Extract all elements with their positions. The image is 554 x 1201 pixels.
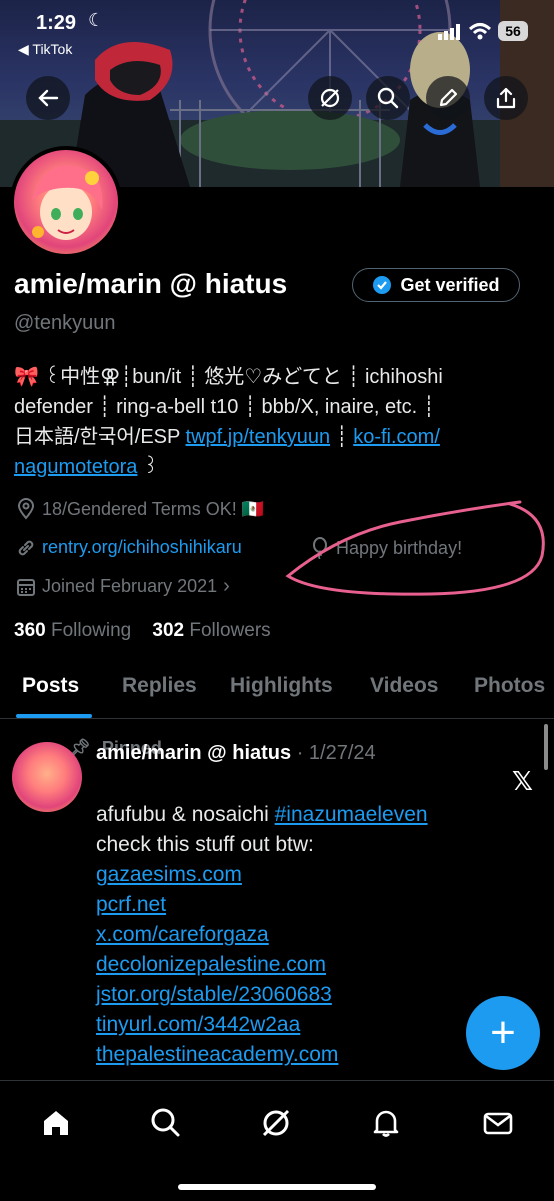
back-button[interactable] [26,76,70,120]
get-verified-label: Get verified [400,274,500,295]
tab-highlights[interactable]: Highlights [230,674,333,698]
bio-link-kofi-cont[interactable]: nagumotetora [14,456,137,478]
tab-replies[interactable]: Replies [122,674,197,698]
pencil-icon [439,88,458,107]
link-icon [18,540,34,555]
calendar-icon [17,578,35,596]
back-app-label: TikTok [32,41,73,57]
location-pin-icon [17,498,35,520]
tab-videos[interactable]: Videos [370,674,438,698]
x-logo-icon: 𝕏 [512,766,533,796]
status-bar: 1:29 ☾ ◀ TikTok 56 [0,0,554,70]
profile-tabs: Posts Replies Highlights Videos Photos [0,660,554,719]
bio-line: 🎀 ꒰中性⚢┊bun/it ┊ 悠光♡みどてと ┊ ichihoshi [14,366,443,388]
bio-line: 日本語/한국어/ESP twpf.jp/tenkyuun ┊ ko-fi.com… [14,422,544,452]
joined-text: Joined February 2021 [42,576,218,596]
signal-icon [438,24,460,40]
joined-row[interactable]: Joined February 2021 › [16,575,230,598]
followers-stat[interactable]: 302 Followers [152,620,270,641]
followers-count: 302 [152,620,185,641]
home-indicator [178,1184,376,1190]
bottom-navigation [0,1080,554,1201]
location-row: 18/Gendered Terms OK! 🇲🇽 [16,498,264,520]
grok-button[interactable] [308,76,352,120]
post-text: afufubu & nosaichi [96,803,275,826]
post-header: amie/marin @ hiatus · 1/27/24 [96,742,376,765]
back-to-app[interactable]: ◀ TikTok [18,41,72,58]
plus-icon: + [490,1008,516,1057]
post-author[interactable]: amie/marin @ hiatus [96,742,291,764]
following-count: 360 [14,620,46,641]
focus-moon-icon: ☾ [88,10,105,30]
user-handle: @tenkyuun [14,312,116,334]
post-link[interactable]: thepalestineacademy.com [96,1040,516,1070]
post-date: · 1/27/24 [296,742,376,764]
post-line: check this stuff out btw: [96,833,314,856]
battery-indicator: 56 [498,21,528,41]
following-label: Following [50,620,132,641]
follow-stats: 360 Following 302 Followers [14,620,271,642]
bio-separator: ┊ [330,426,354,448]
search-icon [151,1108,180,1137]
nav-notifications[interactable] [366,1103,406,1143]
share-button[interactable] [484,76,528,120]
tab-posts[interactable]: Posts [22,674,79,698]
website-link[interactable]: rentry.org/ichihoshihikaru [42,537,242,558]
website-row[interactable]: rentry.org/ichihoshihikaru [16,537,242,558]
share-icon [496,87,516,109]
following-stat[interactable]: 360 Following [14,620,131,641]
bio-text: 日本語/한국어/ESP [14,426,186,448]
nav-messages[interactable] [478,1103,518,1143]
scrollbar[interactable] [544,724,548,770]
edit-button[interactable] [426,76,470,120]
post-hashtag[interactable]: #inazumaeleven [275,803,428,826]
tab-photos[interactable]: Photos [474,674,545,698]
post-link[interactable]: pcrf.net [96,890,516,920]
chevron-right-icon: › [223,575,230,597]
post-link[interactable]: gazaesims.com [96,860,516,890]
bio-line: nagumotetora ꒱ [14,452,544,482]
nav-search[interactable] [146,1103,186,1143]
home-icon [44,1111,68,1135]
profile-bio: 🎀 ꒰中性⚢┊bun/it ┊ 悠光♡みどてと ┊ ichihoshi defe… [14,362,544,482]
post-link[interactable]: x.com/careforgaza [96,920,516,950]
post-body: afufubu & nosaichi #inazumaeleven check … [96,800,516,1070]
get-verified-button[interactable]: Get verified [352,268,520,302]
clock: 1:29 [36,12,77,34]
followers-label: Followers [189,620,271,641]
search-button[interactable] [366,76,410,120]
pink-annotation-circle [285,500,545,596]
bio-link-kofi[interactable]: ko-fi.com/ [353,426,440,448]
post-link[interactable]: decolonizepalestine.com [96,950,516,980]
nav-home[interactable] [36,1103,76,1143]
grok-icon [320,88,340,108]
nav-grok[interactable] [256,1103,296,1143]
post-link[interactable]: tinyurl.com/3442w2aa [96,1010,516,1040]
location-text: 18/Gendered Terms OK! 🇲🇽 [42,498,265,519]
bio-line: defender ┊ ring-a-bell t10 ┊ bbb/X, inai… [14,396,435,418]
verified-badge-icon [373,276,392,294]
bell-icon [373,1110,399,1137]
back-arrow-icon [38,89,59,107]
compose-post-button[interactable]: + [466,996,540,1070]
avatar-image [32,165,103,240]
post-link[interactable]: jstor.org/stable/23060683 [96,980,516,1010]
post-line: afufubu & nosaichi #inazumaeleven [96,800,516,830]
search-icon [377,87,399,109]
bio-link-twpf[interactable]: twpf.jp/tenkyuun [186,426,331,448]
bio-text: ꒱ [137,456,159,478]
grok-icon [262,1109,290,1137]
profile-avatar[interactable] [10,146,122,258]
post-avatar[interactable] [12,742,82,812]
display-name: amie/marin @ hiatus [14,268,288,299]
active-tab-indicator [16,714,92,718]
mail-icon [483,1112,513,1135]
wifi-icon [468,23,492,40]
